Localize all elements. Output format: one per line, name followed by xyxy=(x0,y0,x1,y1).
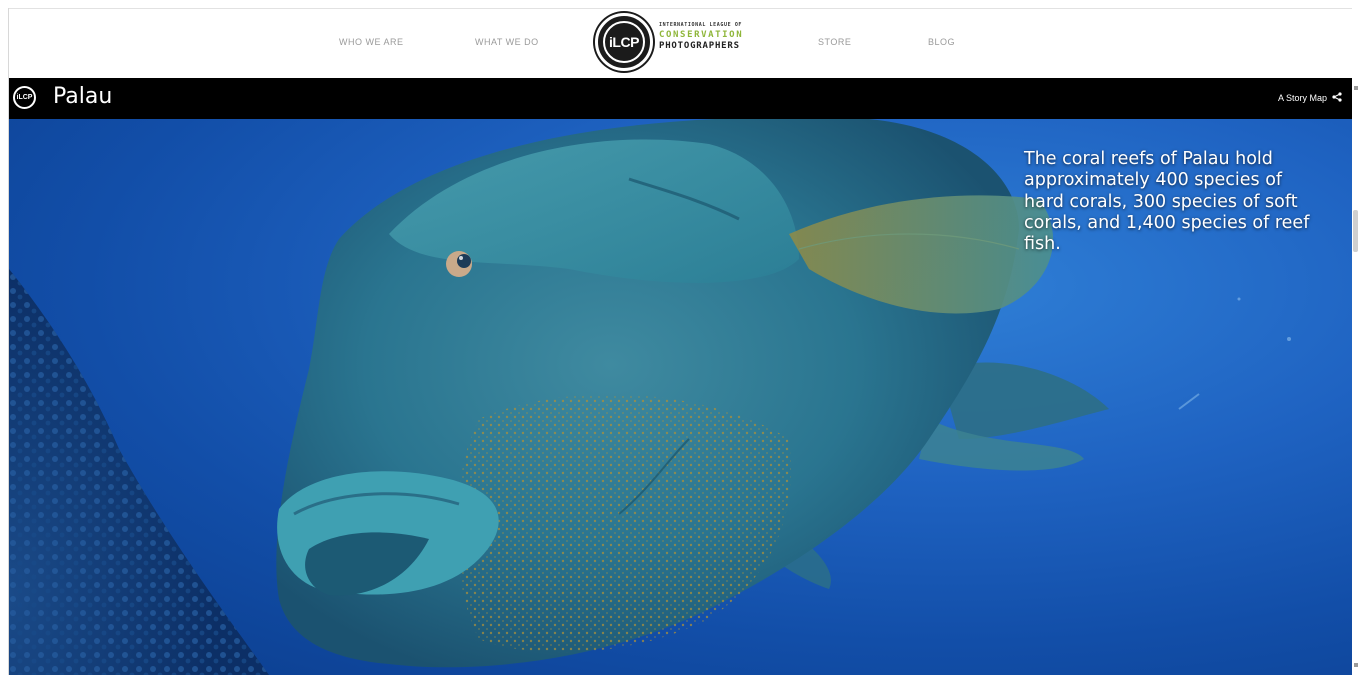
hero-caption: The coral reefs of Palau hold approximat… xyxy=(1024,149,1310,255)
ilcp-logo[interactable]: iLCP INTERNATIONAL LEAGUE OF CONSERVATIO… xyxy=(595,13,765,73)
scrollbar-thumb[interactable] xyxy=(1353,210,1358,252)
ilcp-small-logo[interactable]: iLCP xyxy=(13,86,36,109)
nav-who-we-are[interactable]: WHO WE ARE xyxy=(339,37,404,47)
logo-line-2: CONSERVATION xyxy=(659,30,744,40)
story-title: Palau xyxy=(53,84,113,109)
share-icon[interactable] xyxy=(1332,92,1342,104)
site-header: WHO WE ARE WHAT WE DO iLCP INTERNATIONAL… xyxy=(9,9,1352,78)
nav-what-we-do[interactable]: WHAT WE DO xyxy=(475,37,539,47)
nav-store[interactable]: STORE xyxy=(818,37,851,47)
logo-line-3: PHOTOGRAPHERS xyxy=(659,41,740,51)
logo-line-1: INTERNATIONAL LEAGUE OF xyxy=(659,22,743,28)
ilcp-logo-mark: iLCP xyxy=(595,13,653,71)
ilcp-logo-wordmark: INTERNATIONAL LEAGUE OF CONSERVATION PHO… xyxy=(659,23,769,51)
hero-photo: The coral reefs of Palau hold approximat… xyxy=(9,119,1352,675)
nav-blog[interactable]: BLOG xyxy=(928,37,955,47)
scroll-down-arrow[interactable] xyxy=(1354,663,1358,667)
story-map-title-bar: iLCP Palau A Story Map xyxy=(9,78,1352,119)
story-map-share[interactable]: A Story Map xyxy=(1278,92,1342,104)
story-map-label: A Story Map xyxy=(1277,93,1327,103)
scroll-up-arrow[interactable] xyxy=(1354,86,1358,90)
page: WHO WE ARE WHAT WE DO iLCP INTERNATIONAL… xyxy=(0,0,1359,675)
